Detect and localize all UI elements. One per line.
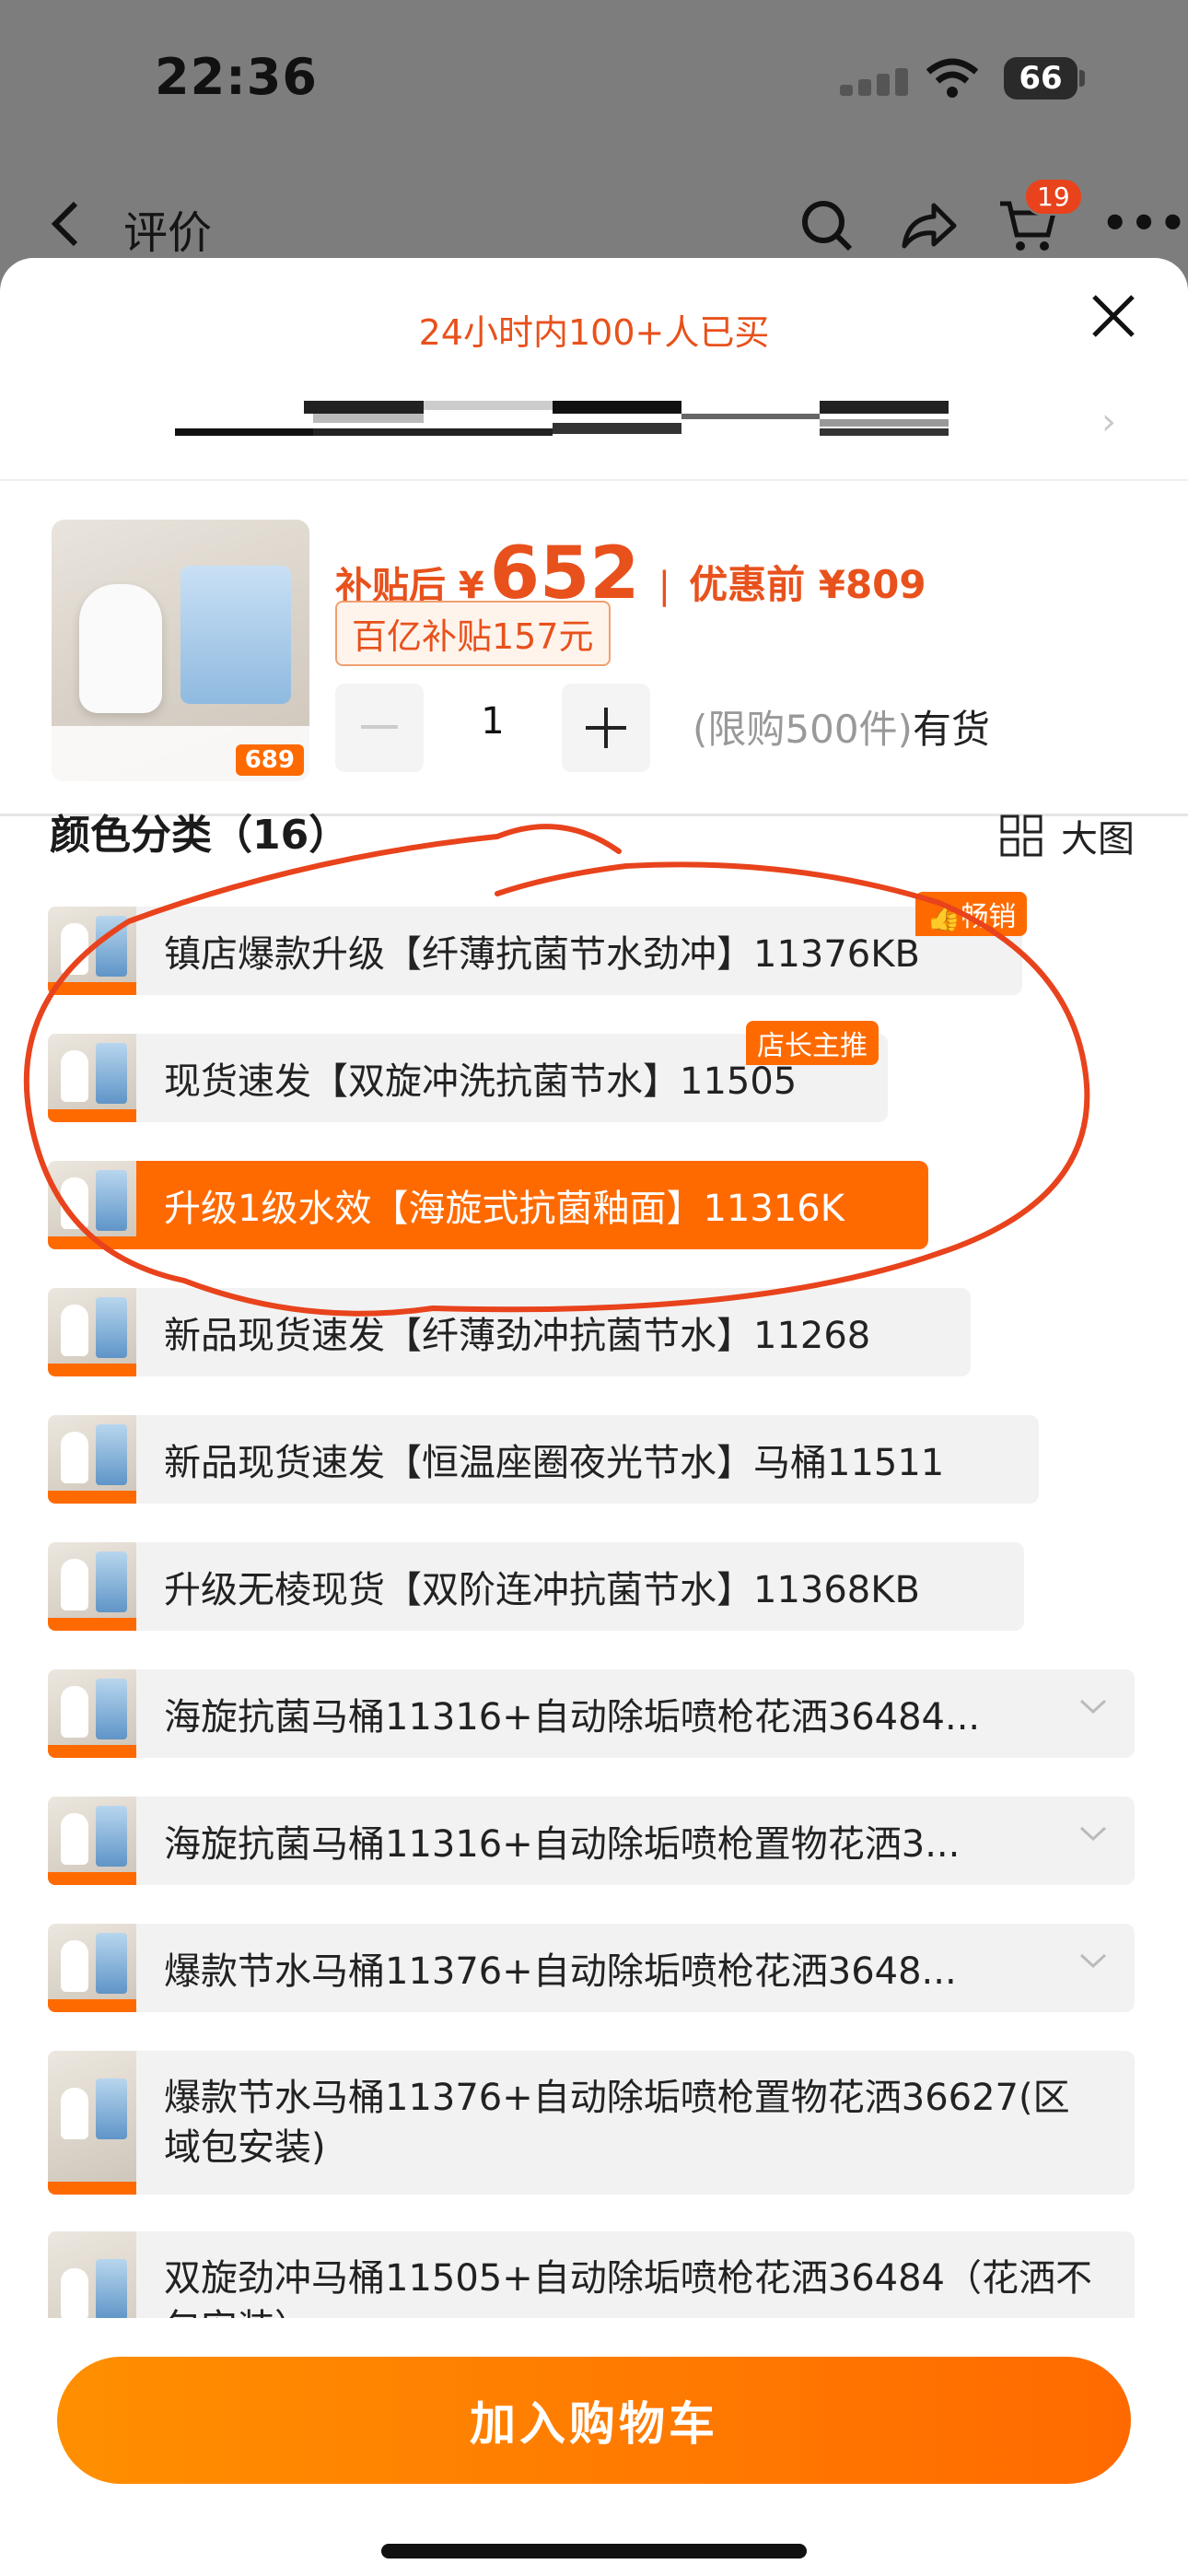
- original-price: 809: [844, 562, 926, 607]
- option-thumbnail: [48, 1797, 136, 1885]
- sku-selector-sheet: 24小时内100+人已买 › 689 补贴后 ¥ 652 | 优惠前 ¥ 809…: [0, 258, 1188, 2576]
- purchase-limit: (限购500件): [693, 707, 913, 752]
- option-thumbnail: [48, 1161, 136, 1249]
- close-icon[interactable]: [1090, 293, 1136, 343]
- search-icon[interactable]: [799, 198, 855, 257]
- option-label: 镇店爆款升级【纤薄抗菌节水劲冲】11376KB: [164, 933, 920, 976]
- price-separator: |: [658, 565, 671, 607]
- cellular-signal-icon: [840, 68, 914, 96]
- sold-count-banner: 24小时内100+人已买: [418, 312, 770, 353]
- quantity-value[interactable]: 1: [460, 700, 525, 743]
- color-option[interactable]: 海旋抗菌马桶11316+自动除垢喷枪花洒36484...: [48, 1669, 1135, 1758]
- option-label: 新品现货速发【恒温座圈夜光节水】马桶11511: [164, 1442, 945, 1484]
- manager-pick-tag: 店长主推: [746, 1021, 879, 1065]
- battery-indicator: 66: [1004, 57, 1077, 100]
- thumbs-up-icon: 👍: [926, 901, 961, 933]
- color-option[interactable]: 镇店爆款升级【纤薄抗菌节水劲冲】11376KB: [48, 907, 1022, 995]
- option-label: 爆款节水马桶11376+自动除垢喷枪花洒3648...: [164, 1950, 957, 1993]
- large-image-toggle[interactable]: 大图: [1000, 809, 1135, 862]
- battery-tip: [1079, 70, 1085, 87]
- image-strip-placeholder: [175, 401, 1059, 456]
- option-label: 升级无棱现货【双阶连冲抗菌节水】11368KB: [164, 1569, 920, 1611]
- cart-count-badge: 19: [1024, 178, 1083, 216]
- chevron-right-icon[interactable]: ›: [1101, 401, 1116, 443]
- color-option[interactable]: 新品现货速发【恒温座圈夜光节水】马桶11511: [48, 1415, 1039, 1504]
- option-label: 升级1级水效【海旋式抗菌釉面】11316K: [164, 1188, 844, 1230]
- stock-status: 有货: [912, 707, 990, 752]
- chevron-down-icon[interactable]: [1079, 1697, 1107, 1715]
- option-thumbnail: [48, 1669, 136, 1758]
- color-option[interactable]: 爆款节水马桶11376+自动除垢喷枪置物花洒36627(区域包安装): [48, 2051, 1135, 2195]
- quantity-decrease-button[interactable]: [335, 684, 424, 772]
- option-thumbnail: [48, 1415, 136, 1504]
- product-thumbnail[interactable]: 689: [52, 520, 309, 781]
- option-label: 现货速发【双旋冲洗抗菌节水】11505: [164, 1060, 798, 1103]
- grid-icon: [1000, 814, 1042, 857]
- bottom-action-bar: 加入购物车: [0, 2318, 1188, 2576]
- stock-info: (限购500件)有货: [693, 698, 990, 755]
- option-thumbnail: [48, 1288, 136, 1376]
- status-time: 22:36: [155, 48, 318, 106]
- home-indicator: [381, 2544, 807, 2558]
- page-title: 评价: [123, 207, 213, 259]
- original-price-label: 优惠前 ¥: [689, 562, 845, 607]
- color-option[interactable]: 海旋抗菌马桶11316+自动除垢喷枪置物花洒3...: [48, 1797, 1135, 1885]
- share-icon[interactable]: [899, 198, 958, 257]
- option-thumbnail: [48, 1542, 136, 1631]
- color-option-selected[interactable]: 升级1级水效【海旋式抗菌釉面】11316K: [48, 1161, 928, 1249]
- color-section-title: 颜色分类（16）: [50, 812, 350, 859]
- color-option[interactable]: 爆款节水马桶11376+自动除垢喷枪花洒3648...: [48, 1924, 1135, 2012]
- thumbnail-price-tag: 689: [235, 744, 304, 776]
- color-option[interactable]: 升级无棱现货【双阶连冲抗菌节水】11368KB: [48, 1542, 1024, 1631]
- subsidy-badge: 百亿补贴157元: [335, 601, 611, 666]
- chevron-down-icon[interactable]: [1079, 1824, 1107, 1843]
- option-label: 新品现货速发【纤薄劲冲抗菌节水】11268: [164, 1315, 871, 1357]
- more-icon[interactable]: •••: [1101, 198, 1188, 248]
- option-thumbnail: [48, 1034, 136, 1122]
- large-image-label: 大图: [1061, 818, 1135, 861]
- quantity-increase-button[interactable]: [562, 684, 650, 772]
- option-label: 爆款节水马桶11376+自动除垢喷枪置物花洒36627(区域包安装): [164, 2077, 1070, 2169]
- wifi-icon: [925, 57, 980, 103]
- minus-icon: [361, 725, 398, 729]
- option-thumbnail: [48, 2051, 136, 2195]
- bestseller-tag: 👍畅销: [915, 892, 1028, 936]
- option-label: 海旋抗菌马桶11316+自动除垢喷枪置物花洒3...: [164, 1823, 961, 1866]
- tag-label: 畅销: [961, 901, 1017, 933]
- option-thumbnail: [48, 1924, 136, 2012]
- back-icon[interactable]: [48, 200, 81, 252]
- option-label: 海旋抗菌马桶11316+自动除垢喷枪花洒36484...: [164, 1696, 981, 1739]
- option-thumbnail: [48, 907, 136, 995]
- chevron-down-icon[interactable]: [1079, 1951, 1107, 1970]
- color-option[interactable]: 新品现货速发【纤薄劲冲抗菌节水】11268: [48, 1288, 971, 1376]
- plus-icon: [586, 708, 626, 748]
- product-summary: 689 补贴后 ¥ 652 | 优惠前 ¥ 809 百亿补贴157元 1 (限购…: [0, 479, 1188, 813]
- add-to-cart-button[interactable]: 加入购物车: [57, 2357, 1131, 2484]
- status-bar: 22:36 66: [0, 0, 1188, 157]
